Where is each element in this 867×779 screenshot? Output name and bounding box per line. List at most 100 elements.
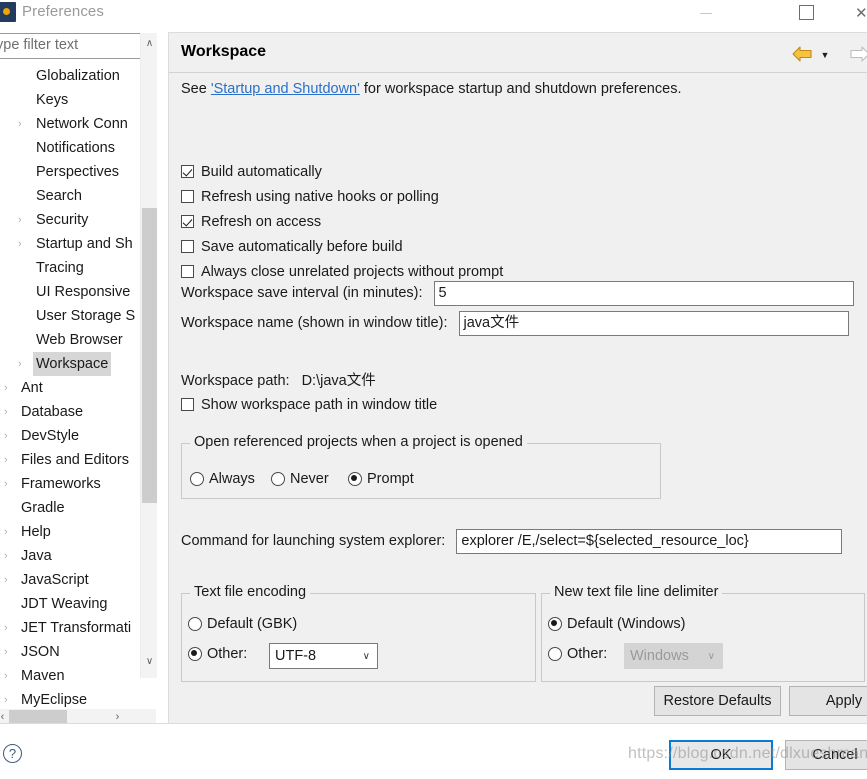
sidebar-item-files-and-editors[interactable]: › Files and Editors: [0, 448, 140, 472]
expand-chevron-icon[interactable]: ›: [4, 472, 14, 496]
sidebar-item-keys[interactable]: Keys: [0, 88, 140, 112]
referenced-prompt-option[interactable]: Prompt: [348, 469, 414, 489]
delimiter-other-option[interactable]: Other:: [548, 644, 607, 664]
sidebar-item-security[interactable]: › Security: [0, 208, 140, 232]
encoding-other-option[interactable]: Other:: [188, 644, 247, 664]
checkbox-row-2[interactable]: Refresh on access: [181, 212, 321, 233]
delimiter-default-option[interactable]: Default (Windows): [548, 614, 685, 634]
explorer-command-input[interactable]: explorer /E,/select=${selected_resource_…: [456, 529, 843, 554]
delimiter-default-radio[interactable]: [548, 617, 562, 631]
sidebar-item-ant[interactable]: › Ant: [0, 376, 140, 400]
sidebar-item-database[interactable]: › Database: [0, 400, 140, 424]
expand-chevron-icon[interactable]: ›: [4, 424, 14, 448]
help-icon[interactable]: ?: [3, 744, 22, 763]
checkbox-row-0[interactable]: Build automatically: [181, 162, 322, 183]
chevron-down-icon[interactable]: ∨: [363, 647, 370, 667]
sidebar-item-javascript[interactable]: › JavaScript: [0, 568, 140, 592]
sidebar-item-tracing[interactable]: Tracing: [0, 256, 140, 280]
restore-defaults-button[interactable]: Restore Defaults: [654, 686, 781, 716]
checkbox-2[interactable]: [181, 215, 194, 228]
save-interval-input[interactable]: 5: [433, 281, 854, 306]
checkbox-1[interactable]: [181, 190, 194, 203]
sidebar-item-web-browser[interactable]: Web Browser: [0, 328, 140, 352]
sidebar-item-jet-transformati[interactable]: › JET Transformati: [0, 616, 140, 640]
referenced-always-radio[interactable]: [190, 472, 204, 486]
expand-chevron-icon[interactable]: ›: [4, 688, 14, 709]
sidebar-item-label: Web Browser: [36, 332, 123, 348]
checkbox-label: Save automatically before build: [201, 239, 403, 255]
expand-chevron-icon[interactable]: ›: [4, 544, 14, 568]
expand-chevron-icon[interactable]: ›: [4, 400, 14, 424]
intro-prefix: See: [181, 81, 211, 97]
expand-chevron-icon[interactable]: ›: [18, 112, 28, 136]
ok-button[interactable]: OK: [669, 740, 773, 770]
sidebar-item-jdt-weaving[interactable]: JDT Weaving: [0, 592, 140, 616]
checkbox-3[interactable]: [181, 240, 194, 253]
sidebar-item-perspectives[interactable]: Perspectives: [0, 160, 140, 184]
sidebar-item-ui-responsive[interactable]: UI Responsive: [0, 280, 140, 304]
sidebar-item-user-storage-s[interactable]: User Storage S: [0, 304, 140, 328]
expand-chevron-icon[interactable]: ›: [4, 520, 14, 544]
sidebar-item-frameworks[interactable]: › Frameworks: [0, 472, 140, 496]
expand-chevron-icon[interactable]: ›: [18, 208, 28, 232]
expand-chevron-icon[interactable]: ›: [18, 352, 28, 376]
close-icon[interactable]: ✕: [855, 4, 867, 24]
delimiter-other-radio[interactable]: [548, 647, 562, 661]
sidebar-item-globalization[interactable]: Globalization: [0, 64, 140, 88]
show-workspace-path-checkbox-row[interactable]: Show workspace path in window title: [181, 395, 437, 416]
expand-chevron-icon[interactable]: ›: [4, 568, 14, 592]
sidebar-item-java[interactable]: › Java: [0, 544, 140, 568]
scroll-up-icon[interactable]: ∧: [141, 35, 158, 52]
referenced-never-option[interactable]: Never: [271, 469, 329, 489]
referenced-never-radio[interactable]: [271, 472, 285, 486]
preferences-tree[interactable]: Globalization Keys › Network Conn Notificati…: [0, 64, 156, 709]
expand-chevron-icon[interactable]: ›: [4, 376, 14, 400]
minimize-button[interactable]: [692, 2, 736, 26]
sidebar-item-help[interactable]: › Help: [0, 520, 140, 544]
encoding-combo[interactable]: UTF-8 ∨: [269, 643, 378, 669]
sidebar-item-label: Security: [36, 212, 89, 228]
expand-chevron-icon[interactable]: ›: [4, 664, 14, 688]
cancel-button[interactable]: Cancel: [785, 740, 867, 770]
checkbox-0[interactable]: [181, 165, 194, 178]
expand-chevron-icon[interactable]: ›: [4, 640, 14, 664]
checkbox-row-1[interactable]: Refresh using native hooks or polling: [181, 187, 439, 208]
back-dropdown-caret-icon[interactable]: ▼: [819, 49, 831, 61]
sidebar-item-network-conn[interactable]: › Network Conn: [0, 112, 140, 136]
checkbox-row-3[interactable]: Save automatically before build: [181, 237, 403, 258]
show-workspace-path-checkbox[interactable]: [181, 398, 194, 411]
sidebar-item-label: Keys: [36, 92, 69, 108]
maximize-button[interactable]: [793, 2, 837, 26]
sidebar-item-myeclipse[interactable]: › MyEclipse: [0, 688, 140, 709]
startup-shutdown-link[interactable]: 'Startup and Shutdown': [211, 81, 360, 97]
forward-arrow-icon[interactable]: [849, 45, 867, 63]
tree-vscroll-thumb[interactable]: [142, 208, 157, 503]
expand-chevron-icon[interactable]: ›: [4, 616, 14, 640]
sidebar-item-workspace[interactable]: › Workspace: [0, 352, 140, 376]
back-arrow-icon[interactable]: [791, 45, 813, 63]
encoding-default-radio[interactable]: [188, 617, 202, 631]
filter-input[interactable]: ype filter text: [0, 33, 156, 59]
sidebar-item-startup-and-sh[interactable]: › Startup and Sh: [0, 232, 140, 256]
sidebar-item-json[interactable]: › JSON: [0, 640, 140, 664]
scroll-down-icon[interactable]: ∨: [141, 653, 158, 670]
checkbox-4[interactable]: [181, 265, 194, 278]
sidebar-item-maven[interactable]: › Maven: [0, 664, 140, 688]
apply-button[interactable]: Apply: [789, 686, 867, 716]
tree-vertical-scrollbar[interactable]: ∧ ∨: [140, 33, 157, 678]
referenced-prompt-radio[interactable]: [348, 472, 362, 486]
encoding-other-radio[interactable]: [188, 647, 202, 661]
sidebar-item-search[interactable]: Search: [0, 184, 140, 208]
sidebar-item-label: Tracing: [36, 260, 84, 276]
page-title: Workspace: [181, 43, 267, 60]
expand-chevron-icon[interactable]: ›: [4, 448, 14, 472]
workspace-name-input[interactable]: java文件: [458, 311, 849, 336]
referenced-always-option[interactable]: Always: [190, 469, 255, 489]
expand-chevron-icon[interactable]: ›: [18, 232, 28, 256]
sidebar-item-notifications[interactable]: Notifications: [0, 136, 140, 160]
sidebar-item-devstyle[interactable]: › DevStyle: [0, 424, 140, 448]
checkbox-row-4[interactable]: Always close unrelated projects without …: [181, 262, 503, 283]
delimiter-default-label: Default (Windows): [567, 616, 686, 632]
sidebar-item-gradle[interactable]: Gradle: [0, 496, 140, 520]
encoding-default-option[interactable]: Default (GBK): [188, 614, 297, 634]
